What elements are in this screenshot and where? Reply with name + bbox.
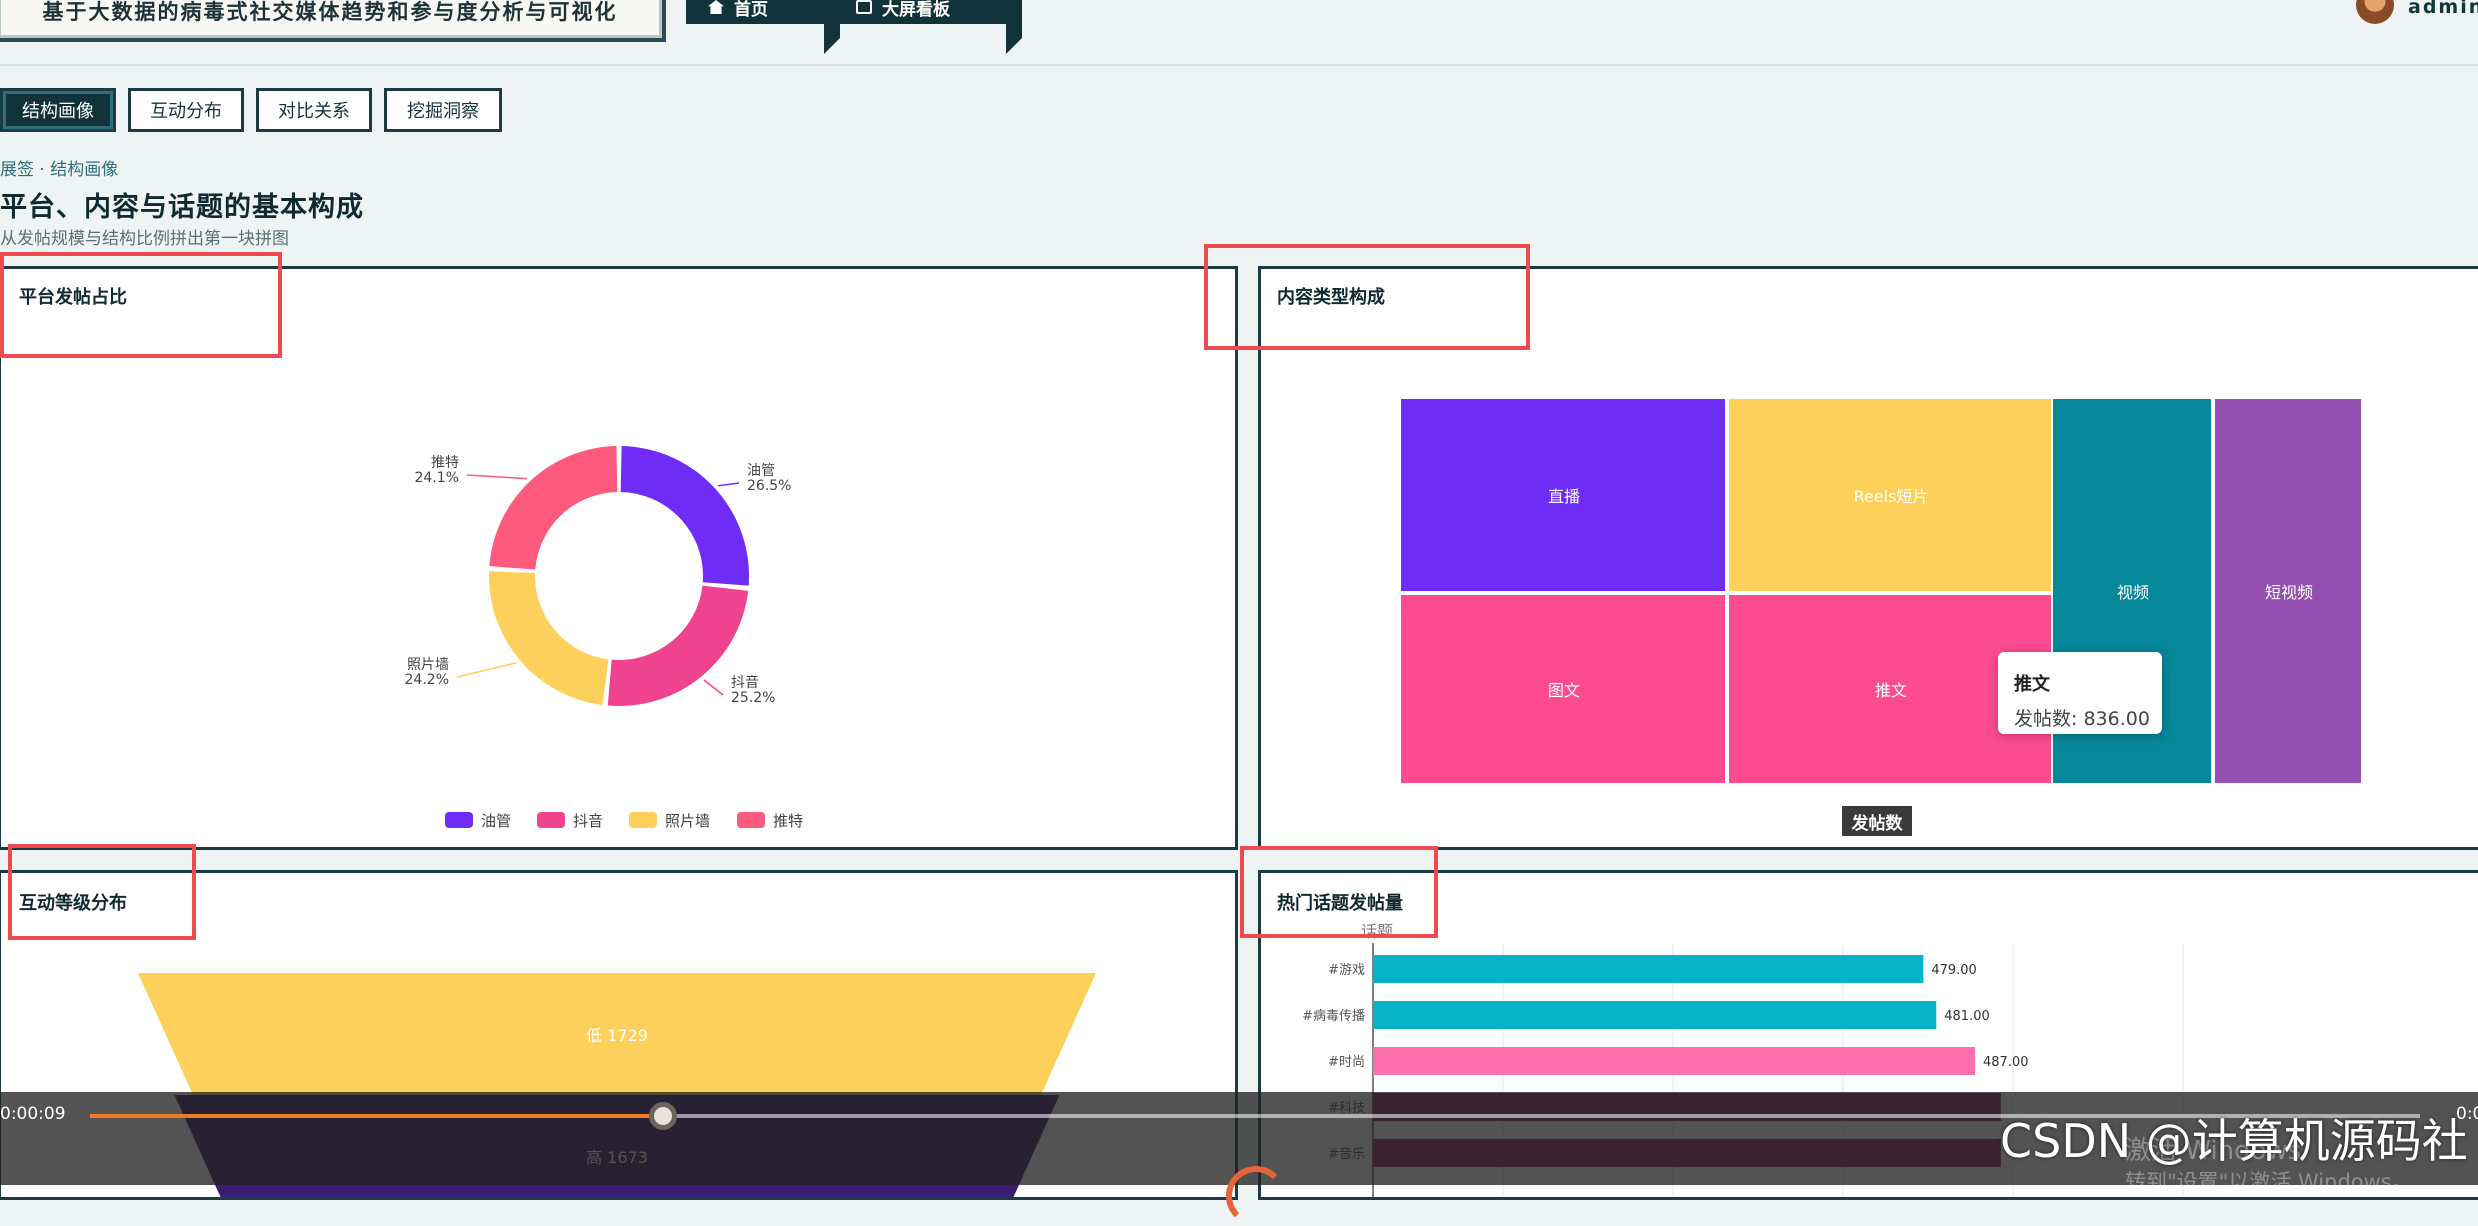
tab-structure[interactable]: 结构画像 — [0, 88, 116, 132]
video-progress-fill — [90, 1114, 663, 1118]
home-icon — [708, 0, 724, 14]
treemap-cell-label: 图文 — [1548, 681, 1580, 700]
donut-slice-name: 油管 — [747, 463, 775, 479]
donut-slice-name: 推特 — [431, 455, 459, 471]
nav-dashboard-flag — [1006, 0, 1022, 54]
bar-category-label: #时尚 — [1328, 1055, 1365, 1070]
tab-comparison[interactable]: 对比关系 — [256, 88, 372, 132]
donut-label-line — [456, 661, 518, 678]
treemap-legend[interactable]: 发帖数 — [1842, 806, 1912, 836]
treemap-cell-label: 推文 — [1875, 681, 1907, 700]
csdn-watermark: CSDN @计算机源码社 — [2000, 1114, 2468, 1168]
video-time-current: 0:00:09 — [0, 1104, 66, 1124]
donut-slice-percent: 26.5% — [747, 478, 791, 494]
bar-value-label: 481.00 — [1944, 1009, 1990, 1024]
legend-swatch — [737, 812, 765, 828]
breadcrumb: 展签 · 结构画像 — [0, 160, 119, 180]
donut-slice — [607, 585, 749, 707]
bar — [1373, 1047, 1976, 1075]
highlight-box — [1240, 846, 1438, 938]
donut-label-line — [466, 474, 528, 480]
nav-home-label: 首页 — [734, 0, 768, 20]
donut-slice-percent: 24.1% — [415, 470, 459, 486]
donut-slice — [489, 571, 609, 705]
bar-value-label: 487.00 — [1983, 1055, 2029, 1070]
treemap-cell-label: Reels短片 — [1854, 487, 1929, 506]
chart-tooltip: 推文 发帖数: 836.00 — [1998, 652, 2162, 734]
bar-category-label: #游戏 — [1328, 963, 1365, 978]
treemap-cell-label: 视频 — [2117, 583, 2149, 602]
legend-label: 抖音 — [573, 812, 603, 830]
tab-interaction[interactable]: 互动分布 — [128, 88, 244, 132]
nav-dashboard[interactable]: 大屏看板 — [834, 0, 1022, 54]
header-divider — [0, 64, 2478, 66]
highlight-box — [8, 844, 196, 940]
donut-slice-name: 照片墙 — [407, 657, 449, 673]
donut-slice-percent: 25.2% — [731, 690, 775, 706]
treemap-chart: 直播 Reels短片视频 短视频图文 推文 — [1401, 399, 2361, 783]
donut-slice — [489, 446, 618, 570]
avatar[interactable] — [2356, 0, 2394, 24]
highlight-box — [0, 252, 282, 358]
panel-content-types: 内容类型构成 直播 Reels短片 视频 短视频 图文 推文 — [1258, 266, 2478, 850]
legend-label: 油管 — [481, 812, 511, 830]
highlight-box — [1204, 244, 1530, 350]
legend-swatch — [537, 812, 565, 828]
donut-slice — [620, 446, 749, 586]
bar — [1373, 1001, 1937, 1029]
donut-label-line — [718, 482, 740, 487]
page-subtitle: 从发帖规模与结构比例拼出第一块拼图 — [0, 229, 289, 249]
monitor-icon — [856, 0, 872, 14]
page-title: 平台、内容与话题的基本构成 — [0, 192, 364, 223]
legend-label: 推特 — [773, 812, 803, 830]
donut-slice-percent: 24.2% — [405, 672, 449, 688]
funnel-stage-label: 低 1729 — [586, 1026, 648, 1045]
nav-home[interactable]: 首页 — [686, 0, 840, 54]
tooltip-title: 推文 — [2014, 674, 2050, 695]
nav-dashboard-label: 大屏看板 — [882, 0, 950, 20]
donut-label-line — [703, 679, 724, 696]
bar — [1373, 955, 1924, 983]
user-name[interactable]: admin — [2408, 0, 2478, 18]
treemap-cell-label: 直播 — [1548, 487, 1580, 506]
donut-slice-name: 抖音 — [731, 674, 759, 691]
video-progress-handle[interactable] — [648, 1102, 677, 1130]
loading-spinner-icon — [1226, 1166, 1286, 1226]
app-title: 基于大数据的病毒式社交媒体趋势和参与度分析与可视化 — [0, 0, 666, 42]
legend-swatch — [445, 812, 473, 828]
legend-label: 照片墙 — [665, 812, 710, 830]
tab-insights[interactable]: 挖掘洞察 — [384, 88, 502, 132]
bar-category-label: #病毒传播 — [1302, 1009, 1365, 1024]
treemap-cell-label: 短视频 — [2265, 583, 2313, 602]
tooltip-value: 发帖数: 836.00 — [2014, 708, 2150, 730]
legend-swatch — [629, 812, 657, 828]
bar-value-label: 479.00 — [1931, 963, 1977, 978]
